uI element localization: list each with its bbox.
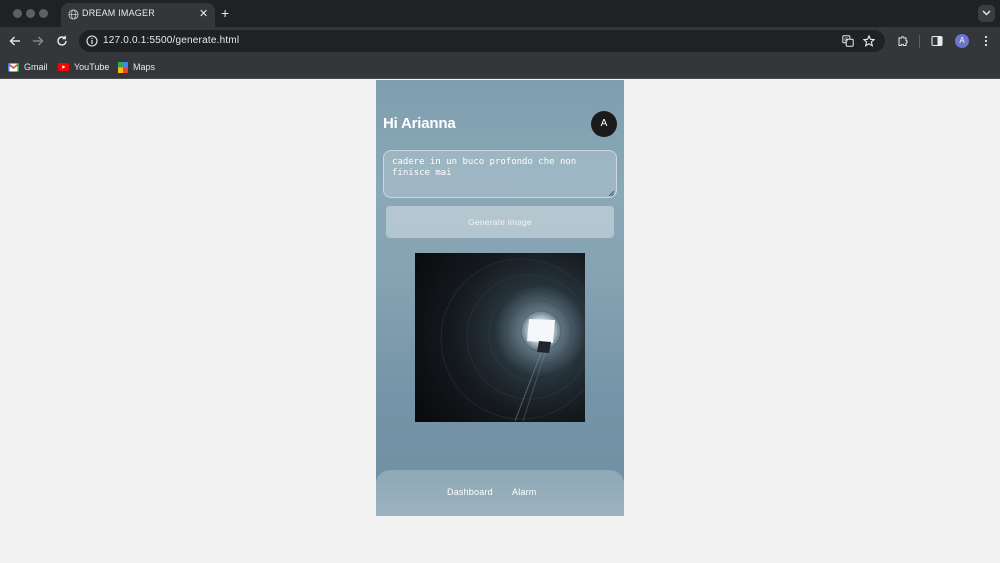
nav-alarm-link[interactable]: Alarm [512,487,537,497]
gmail-icon [8,62,19,71]
browser-tab[interactable]: DREAM IMAGER ✕ [61,3,215,27]
bookmark-youtube[interactable]: YouTube [58,60,109,74]
site-info-icon[interactable] [86,35,98,47]
bookmark-gmail[interactable]: Gmail [8,60,48,74]
side-panel-icon[interactable] [931,35,943,47]
tab-title: DREAM IMAGER [82,8,155,18]
bottom-navigation: Dashboard Alarm [376,470,624,516]
browser-tab-strip: DREAM IMAGER ✕ + [0,0,1000,27]
reload-icon[interactable] [55,34,69,48]
translate-icon[interactable]: G [842,35,854,47]
resize-grip-icon[interactable] [609,191,614,196]
bookmark-star-icon[interactable] [863,35,875,47]
toolbar-divider [919,35,920,48]
profile-avatar[interactable]: A [955,34,969,48]
url-text: 127.0.0.1:5500/generate.html [103,35,240,46]
chevron-down-icon [982,10,991,16]
bookmarks-bar: Gmail YouTube Maps [0,55,1000,79]
extensions-icon[interactable] [897,35,909,47]
window-minimize-dot[interactable] [26,9,35,18]
window-close-dot[interactable] [13,9,22,18]
tab-search-button[interactable] [978,5,995,22]
generated-image [415,253,585,422]
forward-arrow-icon[interactable] [31,34,45,48]
window-zoom-dot[interactable] [39,9,48,18]
bookmark-maps[interactable]: Maps [118,60,155,74]
generate-image-button[interactable]: Generate image [386,206,614,238]
globe-icon [68,9,79,20]
greeting-title: Hi Arianna [383,115,456,132]
back-arrow-icon[interactable] [8,34,22,48]
address-bar[interactable]: 127.0.0.1:5500/generate.html G [79,30,885,52]
dream-prompt-input[interactable]: cadere in un buco profondo che non finis… [383,150,617,198]
bookmark-label: Maps [133,62,156,72]
bookmark-label: Gmail [24,62,48,72]
svg-text:G: G [844,37,848,43]
close-icon[interactable]: ✕ [199,7,208,21]
app-page: Hi Arianna A cadere in un buco profondo … [376,80,624,516]
nav-dashboard-link[interactable]: Dashboard [447,487,493,497]
maps-icon [118,61,128,73]
more-menu-icon[interactable] [980,35,992,47]
youtube-icon [58,63,69,71]
new-tab-button[interactable]: + [221,5,229,21]
user-avatar[interactable]: A [591,111,617,137]
bookmark-label: YouTube [74,62,110,72]
browser-toolbar: 127.0.0.1:5500/generate.html G [0,27,1000,55]
